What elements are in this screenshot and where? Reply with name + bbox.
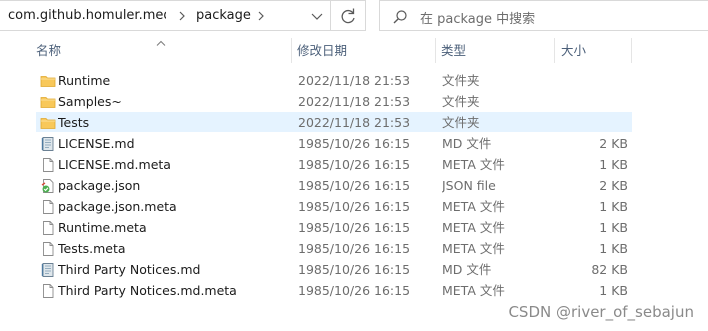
file-row[interactable]: package.json 1985/10/26 16:15 JSON file … <box>36 175 632 195</box>
file-modified-date: 2022/11/18 21:53 <box>298 94 411 109</box>
file-row[interactable]: package.json.meta 1985/10/26 16:15 META … <box>36 196 632 216</box>
file-row[interactable]: LICENSE.md.meta 1985/10/26 16:15 META 文件… <box>36 154 632 174</box>
file-row[interactable]: LICENSE.md 1985/10/26 16:15 MD 文件 2 KB <box>36 133 632 153</box>
file-modified-date: 2022/11/18 21:53 <box>298 73 411 88</box>
file-row[interactable]: Third Party Notices.md.meta 1985/10/26 1… <box>36 280 632 300</box>
column-divider[interactable] <box>291 38 292 63</box>
search-box[interactable]: 在 package 中搜索 <box>379 0 708 31</box>
file-name: Third Party Notices.md.meta <box>58 283 237 298</box>
chevron-down-icon <box>311 13 323 20</box>
file-row[interactable]: Runtime 2022/11/18 21:53 文件夹 <box>36 70 632 90</box>
folder-icon <box>40 73 56 89</box>
file-type: META 文件 <box>442 283 505 298</box>
address-history-button[interactable] <box>303 1 331 32</box>
file-type: META 文件 <box>442 220 505 235</box>
file-modified-date: 1985/10/26 16:15 <box>298 262 411 277</box>
file-row[interactable]: Runtime.meta 1985/10/26 16:15 META 文件 1 … <box>36 217 632 237</box>
file-type: META 文件 <box>442 199 505 214</box>
column-header-name[interactable]: 名称 <box>36 38 290 63</box>
breadcrumb-current[interactable]: package <box>196 8 251 23</box>
file-type: MD 文件 <box>442 136 492 151</box>
file-size <box>557 113 628 133</box>
file-modified-date: 1985/10/26 16:15 <box>298 157 411 172</box>
file-name: package.json.meta <box>58 199 177 214</box>
file-row[interactable]: Samples~ 2022/11/18 21:53 文件夹 <box>36 91 632 111</box>
file-list: 名称 修改日期 类型 大小 Runtime 2022/11/18 21:53 文… <box>0 33 708 331</box>
file-modified-date: 1985/10/26 16:15 <box>298 136 411 151</box>
search-icon <box>392 9 408 28</box>
file-size: 2 KB <box>599 136 628 151</box>
file-name: Tests.meta <box>58 241 126 256</box>
file-name: Runtime.meta <box>58 220 147 235</box>
file-name: Runtime <box>58 73 111 88</box>
file-icon <box>40 241 56 257</box>
file-type: 文件夹 <box>442 73 480 88</box>
file-size: 1 KB <box>599 157 628 172</box>
column-header-row: 名称 修改日期 类型 大小 <box>26 38 708 63</box>
file-icon <box>40 220 56 236</box>
file-name: package.json <box>58 178 141 193</box>
file-name: LICENSE.md <box>58 136 135 151</box>
address-bar[interactable]: com.github.homuler.media... package <box>0 0 331 31</box>
file-size: 82 KB <box>591 262 628 277</box>
breadcrumb-parent[interactable]: com.github.homuler.media... <box>8 8 166 23</box>
toolbar: com.github.homuler.media... package 在 pa… <box>0 0 708 33</box>
md-file-icon <box>40 262 56 278</box>
file-size <box>557 71 628 91</box>
file-modified-date: 1985/10/26 16:15 <box>298 178 411 193</box>
file-icon <box>40 283 56 299</box>
file-name: Samples~ <box>58 94 122 109</box>
md-file-icon <box>40 136 56 152</box>
file-type: JSON file <box>442 178 496 193</box>
refresh-button[interactable] <box>331 0 366 31</box>
file-name: Third Party Notices.md <box>58 262 201 277</box>
file-size: 1 KB <box>599 241 628 256</box>
column-divider[interactable] <box>435 38 436 63</box>
file-icon <box>40 157 56 173</box>
file-icon <box>40 199 56 215</box>
column-header-date[interactable]: 修改日期 <box>297 38 435 63</box>
json-file-icon <box>40 178 56 194</box>
file-size: 1 KB <box>599 199 628 214</box>
file-type: META 文件 <box>442 241 505 256</box>
file-size: 1 KB <box>599 283 628 298</box>
file-size: 2 KB <box>599 178 628 193</box>
folder-icon <box>40 94 56 110</box>
file-row[interactable]: Third Party Notices.md 1985/10/26 16:15 … <box>36 259 632 279</box>
file-modified-date: 1985/10/26 16:15 <box>298 283 411 298</box>
file-type: MD 文件 <box>442 262 492 277</box>
file-name: LICENSE.md.meta <box>58 157 171 172</box>
column-header-size[interactable]: 大小 <box>561 38 631 63</box>
file-row[interactable]: Tests 2022/11/18 21:53 文件夹 <box>36 112 632 132</box>
column-divider[interactable] <box>554 38 555 63</box>
column-header-type[interactable]: 类型 <box>441 38 554 63</box>
file-size <box>557 92 628 112</box>
file-type: META 文件 <box>442 157 505 172</box>
file-modified-date: 1985/10/26 16:15 <box>298 220 411 235</box>
file-row[interactable]: Tests.meta 1985/10/26 16:15 META 文件 1 KB <box>36 238 632 258</box>
file-modified-date: 1985/10/26 16:15 <box>298 199 411 214</box>
file-type: 文件夹 <box>442 94 480 109</box>
file-size: 1 KB <box>599 220 628 235</box>
folder-icon <box>40 115 56 131</box>
file-type: 文件夹 <box>442 115 480 130</box>
watermark: CSDN @river_of_sebajun <box>508 303 694 321</box>
file-modified-date: 2022/11/18 21:53 <box>298 115 411 130</box>
refresh-icon <box>341 8 355 24</box>
search-input[interactable]: 在 package 中搜索 <box>420 8 535 27</box>
breadcrumb-chevron-icon[interactable] <box>255 9 267 23</box>
breadcrumb-chevron-icon[interactable] <box>176 9 188 23</box>
file-modified-date: 1985/10/26 16:15 <box>298 241 411 256</box>
file-name: Tests <box>58 115 90 130</box>
column-divider[interactable] <box>631 38 632 63</box>
